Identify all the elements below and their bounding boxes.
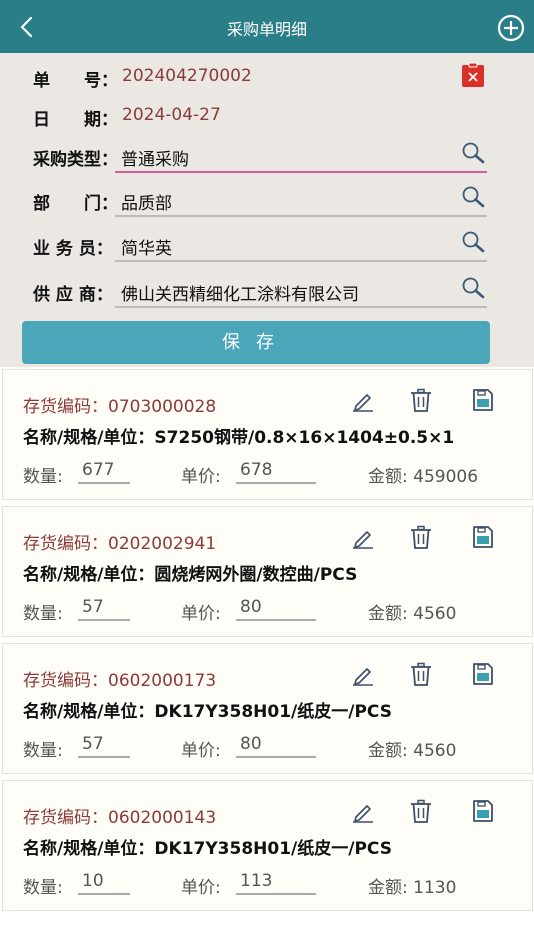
clerk-row: 业 务 员： 简华英 (33, 228, 488, 262)
edit-icon[interactable] (351, 799, 375, 823)
purchase-type-label: 采购类型： (33, 150, 118, 170)
trash-icon[interactable] (409, 662, 433, 686)
save-item-icon[interactable] (471, 525, 495, 549)
item-code: 存货编码：0202002941 (23, 534, 217, 554)
page-title: 采购单明细 (226, 20, 307, 39)
date-row: 日 期： 2024-04-27 (33, 99, 488, 133)
price-input[interactable]: 80 (236, 734, 316, 758)
search-icon[interactable] (461, 230, 485, 254)
order-form: 单 号： 202404270002 日 期： 2024-04-27 采购类型： … (0, 53, 534, 367)
qty-label: 数量: (23, 741, 63, 761)
item-code: 存货编码：0602000173 (23, 671, 217, 691)
purchase-type-value: 普通采购 (121, 150, 189, 170)
search-icon[interactable] (461, 141, 485, 165)
price-label: 单价: (181, 878, 221, 898)
item-name: 名称/规格/单位：DK17Y358H01/纸皮一/PCS (23, 702, 392, 722)
supplier-row: 供 应 商： 佛山关西精细化工涂料有限公司 (33, 274, 488, 308)
qty-input[interactable]: 677 (78, 460, 130, 484)
save-item-icon[interactable] (471, 388, 495, 412)
qty-input[interactable]: 10 (78, 871, 130, 895)
purchase-type-row: 采购类型： 普通采购 (33, 139, 488, 173)
price-label: 单价: (181, 741, 221, 761)
price-input[interactable]: 113 (236, 871, 316, 895)
amount-value: 金额: 1130 (368, 878, 457, 898)
qty-label: 数量: (23, 878, 63, 898)
price-label: 单价: (181, 467, 221, 487)
save-button[interactable]: 保存 (22, 321, 490, 364)
app-header: 采购单明细 (0, 0, 534, 53)
item-name: 名称/规格/单位：圆烧烤网外圈/数控曲/PCS (23, 565, 358, 585)
item-code: 存货编码：0602000143 (23, 808, 217, 828)
order-no-value: 202404270002 (122, 66, 252, 86)
price-label: 单价: (181, 604, 221, 624)
edit-icon[interactable] (351, 662, 375, 686)
qty-label: 数量: (23, 604, 63, 624)
order-no-label: 单 号： (33, 71, 118, 91)
item-card: 存货编码：0202002941 名称/规格/单位：圆烧烤网外圈/数控曲/PCS … (2, 506, 533, 637)
amount-value: 金额: 4560 (368, 604, 457, 624)
trash-icon[interactable] (409, 799, 433, 823)
qty-label: 数量: (23, 467, 63, 487)
clerk-field[interactable]: 简华英 (115, 228, 487, 262)
item-name: 名称/规格/单位：S7250钢带/0.8×16×1404±0.5×1 (23, 428, 455, 448)
supplier-value: 佛山关西精细化工涂料有限公司 (121, 285, 359, 305)
search-icon[interactable] (461, 185, 485, 209)
amount-value: 金额: 459006 (368, 467, 479, 487)
item-card: 存货编码：0602000173 名称/规格/单位：DK17Y358H01/纸皮一… (2, 643, 533, 774)
save-item-icon[interactable] (471, 662, 495, 686)
save-item-icon[interactable] (471, 799, 495, 823)
clerk-value: 简华英 (121, 239, 172, 259)
item-card: 存货编码：0602000143 名称/规格/单位：DK17Y358H01/纸皮一… (2, 780, 533, 911)
date-label: 日 期： (33, 110, 118, 130)
edit-icon[interactable] (351, 525, 375, 549)
department-label: 部 门： (33, 194, 118, 214)
qty-input[interactable]: 57 (78, 734, 130, 758)
item-card: 存货编码：0703000028 名称/规格/单位：S7250钢带/0.8×16×… (2, 369, 533, 500)
edit-icon[interactable] (351, 388, 375, 412)
item-name: 名称/规格/单位：DK17Y358H01/纸皮一/PCS (23, 839, 392, 859)
department-field[interactable]: 品质部 (115, 183, 487, 217)
purchase-type-field[interactable]: 普通采购 (115, 139, 487, 173)
department-value: 品质部 (121, 194, 172, 214)
order-no-row: 单 号： 202404270002 (33, 60, 488, 94)
date-value: 2024-04-27 (122, 105, 221, 125)
price-input[interactable]: 678 (236, 460, 316, 484)
clerk-label: 业 务 员： (33, 239, 113, 259)
search-icon[interactable] (461, 276, 485, 300)
price-input[interactable]: 80 (236, 597, 316, 621)
supplier-field[interactable]: 佛山关西精细化工涂料有限公司 (115, 274, 487, 308)
supplier-label: 供 应 商： (33, 285, 113, 305)
trash-icon[interactable] (409, 388, 433, 412)
item-code: 存货编码：0703000028 (23, 397, 217, 417)
trash-icon[interactable] (409, 525, 433, 549)
plus-circle-icon[interactable] (497, 14, 525, 42)
qty-input[interactable]: 57 (78, 597, 130, 621)
amount-value: 金额: 4560 (368, 741, 457, 761)
department-row: 部 门： 品质部 (33, 183, 488, 217)
delete-order-icon[interactable] (461, 62, 485, 88)
